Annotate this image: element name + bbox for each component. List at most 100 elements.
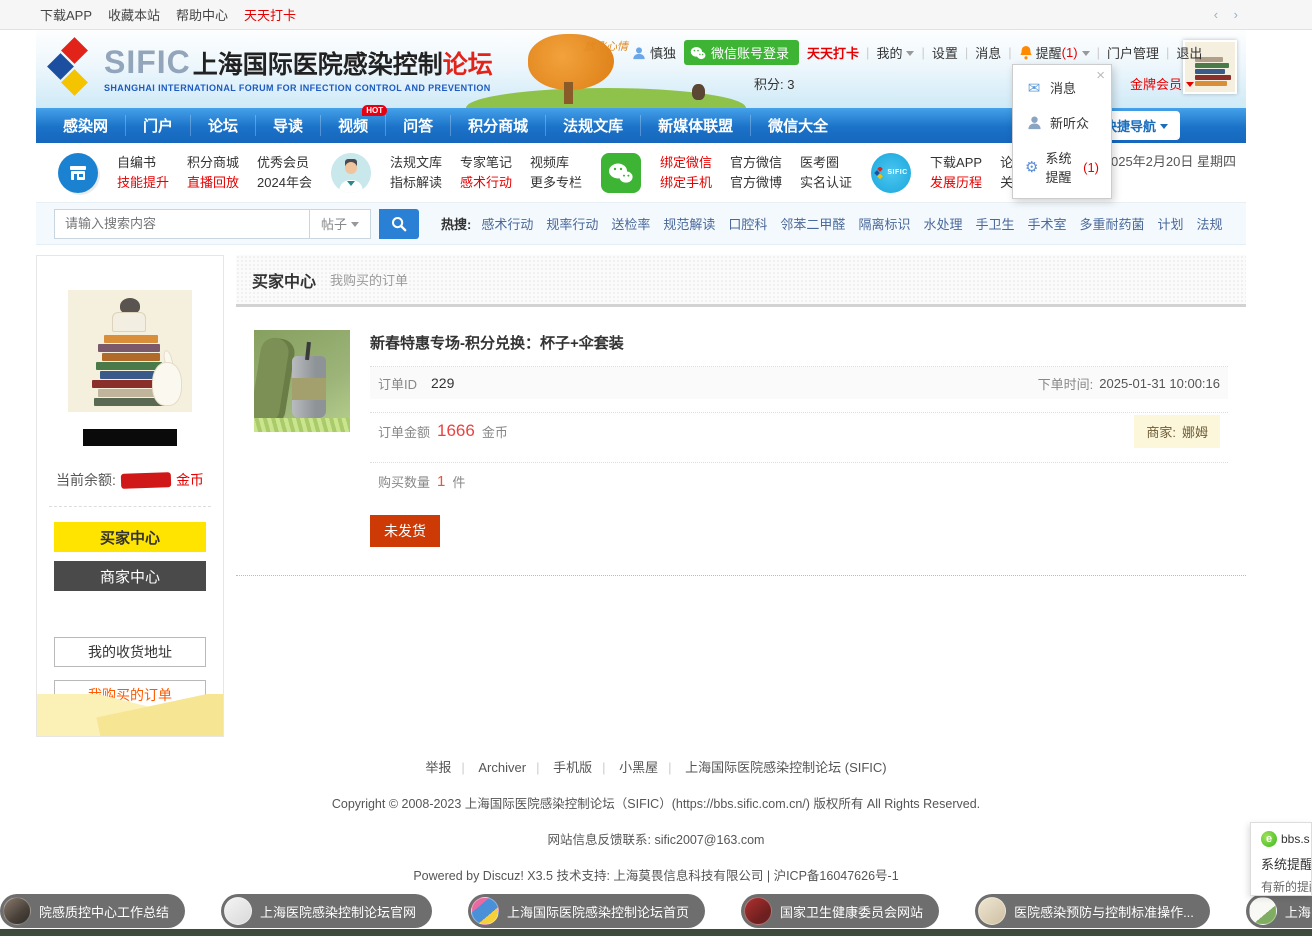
sidebar: 当前余额: 金币 买家中心 商家中心 我的收货地址 我购买的订单 返回商城首页 [36, 255, 224, 737]
order-amount-row: 订单金额 1666 金币 商家: 娜姆 [370, 413, 1228, 449]
taskbar-tab[interactable]: 国家卫生健康委员会网站 [741, 894, 939, 928]
link-xiazaiapp[interactable]: 下载APP [930, 153, 982, 173]
link-bangdingweixin[interactable]: 绑定微信 [660, 153, 712, 173]
settings-link[interactable]: 设置 [932, 43, 958, 62]
hot-term[interactable]: 规率行动 [546, 214, 598, 233]
messages-link[interactable]: 消息 [975, 43, 1001, 62]
dropdown-item-system-notice[interactable]: ⚙ 系统提醒(1) [1013, 140, 1111, 194]
link-guanfangweixin[interactable]: 官方微信 [730, 153, 782, 173]
username-link[interactable]: 慎独 [650, 43, 676, 62]
order-amount-unit: 金币 [482, 422, 508, 441]
logo-word: SIFIC [104, 44, 191, 81]
hot-term[interactable]: 口腔科 [728, 214, 767, 233]
hot-term[interactable]: 规范解读 [663, 214, 715, 233]
favorite-site-link[interactable]: 收藏本站 [108, 5, 160, 24]
taskbar-tab[interactable]: 院感质控中心工作总结 [0, 894, 185, 928]
taskbar: 院感质控中心工作总结 上海医院感染控制论坛官网 上海国际医院感染控制论坛首页 国… [0, 894, 1312, 929]
hot-term[interactable]: 法规 [1197, 214, 1223, 233]
site-logo[interactable]: SIFIC 上海国际医院感染控制 论坛 SHANGHAI INTERNATION… [50, 40, 493, 98]
nav-weixindaquan[interactable]: 微信大全 [750, 115, 845, 136]
buyer-center-button[interactable]: 买家中心 [54, 522, 206, 552]
link-zhuanjiabiji[interactable]: 专家笔记 [460, 153, 512, 173]
hot-term[interactable]: 计划 [1158, 214, 1184, 233]
link-2024nianhui[interactable]: 2024年会 [257, 173, 312, 193]
nav-menhu[interactable]: 门户 [125, 115, 190, 136]
member-level-link[interactable]: 金牌会员 [1130, 74, 1194, 93]
balance-row: 当前余额: 金币 [37, 470, 223, 490]
logout-link[interactable]: 退出 [1176, 43, 1202, 62]
search-button[interactable] [379, 209, 419, 239]
mobile-version-link[interactable]: 手机版 [553, 760, 592, 775]
hot-term[interactable]: 感术行动 [481, 214, 533, 233]
nav-luntan[interactable]: 论坛 [190, 115, 255, 136]
link-jifenshangcheng[interactable]: 积分商城 [187, 153, 239, 173]
link-jinengtisheng[interactable]: 技能提升 [117, 173, 169, 193]
copyright-text: Copyright © 2008-2023 上海国际医院感染控制论坛（SIFIC… [0, 793, 1312, 812]
darkroom-link[interactable]: 小黑屋 [619, 760, 658, 775]
nav-xinmeitilianmeng[interactable]: 新媒体联盟 [640, 115, 750, 136]
product-image[interactable] [254, 330, 350, 432]
link-youxiuhuiyuan[interactable]: 优秀会员 [257, 153, 312, 173]
taskbar-tab[interactable]: 医院感染预防与控制标准操作... [975, 894, 1210, 928]
current-date: 2025年2月20日 星期四 [1104, 151, 1236, 170]
hot-term[interactable]: 多重耐药菌 [1080, 214, 1145, 233]
chevron-down-icon [1160, 124, 1168, 133]
link-faguiwenku[interactable]: 法规文库 [390, 153, 442, 173]
nav-shipin[interactable]: 视频HOT [320, 115, 385, 136]
link-shipinku[interactable]: 视频库 [530, 153, 582, 173]
link-yikaoquan[interactable]: 医考圈 [800, 153, 852, 173]
site-title-accent: 论坛 [443, 45, 493, 81]
search-icon [391, 216, 407, 232]
forum-home-link[interactable]: 上海国际医院感染控制论坛 (SIFIC) [685, 760, 887, 775]
site-subtitle: SHANGHAI INTERNATIONAL FORUM FOR INFECTI… [104, 83, 493, 93]
link-zhibiaojiedu[interactable]: 指标解读 [390, 173, 442, 193]
search-type-select[interactable]: 帖子 [309, 209, 371, 239]
hot-term[interactable]: 送检率 [611, 214, 650, 233]
nav-daodu[interactable]: 导读 [255, 115, 320, 136]
hot-term[interactable]: 手卫生 [975, 214, 1014, 233]
tab-favicon [1249, 897, 1277, 925]
link-zhibohuifang[interactable]: 直播回放 [187, 173, 239, 193]
nav-arrows-icon[interactable]: ‹ › [1214, 7, 1244, 22]
site-title: 上海国际医院感染控制 [193, 45, 443, 81]
hot-term[interactable]: 水处理 [923, 214, 962, 233]
report-link[interactable]: 举报 [425, 760, 451, 775]
my-menu[interactable]: 我的 [876, 43, 902, 62]
archiver-link[interactable]: Archiver [478, 760, 526, 775]
store-icon [58, 153, 98, 193]
close-icon[interactable]: × [1096, 67, 1105, 84]
daily-checkin-link-2[interactable]: 天天打卡 [807, 43, 859, 62]
link-bangdingshouji[interactable]: 绑定手机 [660, 173, 712, 193]
help-center-link[interactable]: 帮助中心 [176, 5, 228, 24]
portal-admin-link[interactable]: 门户管理 [1107, 43, 1159, 62]
notice-menu-trigger[interactable]: 提醒(1) [1019, 43, 1090, 62]
wechat-login-button[interactable]: 微信账号登录 [684, 40, 799, 65]
chevron-down-icon [906, 51, 914, 60]
link-shimingrenzheng[interactable]: 实名认证 [800, 173, 852, 193]
link-gengduozhuanlan[interactable]: 更多专栏 [530, 173, 582, 193]
nav-jifenshangcheng[interactable]: 积分商城 [450, 115, 545, 136]
link-ganshuxingdong[interactable]: 感术行动 [460, 173, 512, 193]
order-title[interactable]: 新春特惠专场-积分兑换：杯子+伞套装 [370, 332, 1228, 353]
taskbar-tab[interactable]: 上海国际医院感染控制论坛首页 [468, 894, 705, 928]
order-status-badge[interactable]: 未发货 [370, 515, 440, 547]
download-app-link[interactable]: 下载APP [40, 5, 92, 24]
dropdown-item-new-listeners[interactable]: 新听众 [1013, 105, 1111, 140]
daily-checkin-link[interactable]: 天天打卡 [244, 5, 296, 24]
search-input[interactable] [54, 209, 309, 239]
seller-center-button[interactable]: 商家中心 [54, 561, 206, 591]
hot-term[interactable]: 邻苯二甲醛 [780, 214, 845, 233]
system-notice-count: (1) [1083, 160, 1099, 175]
hot-term[interactable]: 隔离标识 [858, 214, 910, 233]
shipping-address-button[interactable]: 我的收货地址 [54, 637, 206, 667]
hot-term[interactable]: 手术室 [1027, 214, 1066, 233]
nav-wenda[interactable]: 问答 [385, 115, 450, 136]
link-zibianshu[interactable]: 自编书 [117, 153, 169, 173]
link-guanfangweibo[interactable]: 官方微博 [730, 173, 782, 193]
taskbar-tab[interactable]: 上海国际医院感染控制论坛(...) [1246, 894, 1312, 928]
taskbar-tab[interactable]: 上海医院感染控制论坛官网 [221, 894, 432, 928]
link-fazhanlicheng[interactable]: 发展历程 [930, 173, 982, 193]
nav-ganranwang[interactable]: 感染网 [46, 115, 125, 136]
system-notice-popup[interactable]: e bbs.s 系统提醒 有新的提醒 [1250, 822, 1312, 896]
nav-faguiwenku[interactable]: 法规文库 [545, 115, 640, 136]
